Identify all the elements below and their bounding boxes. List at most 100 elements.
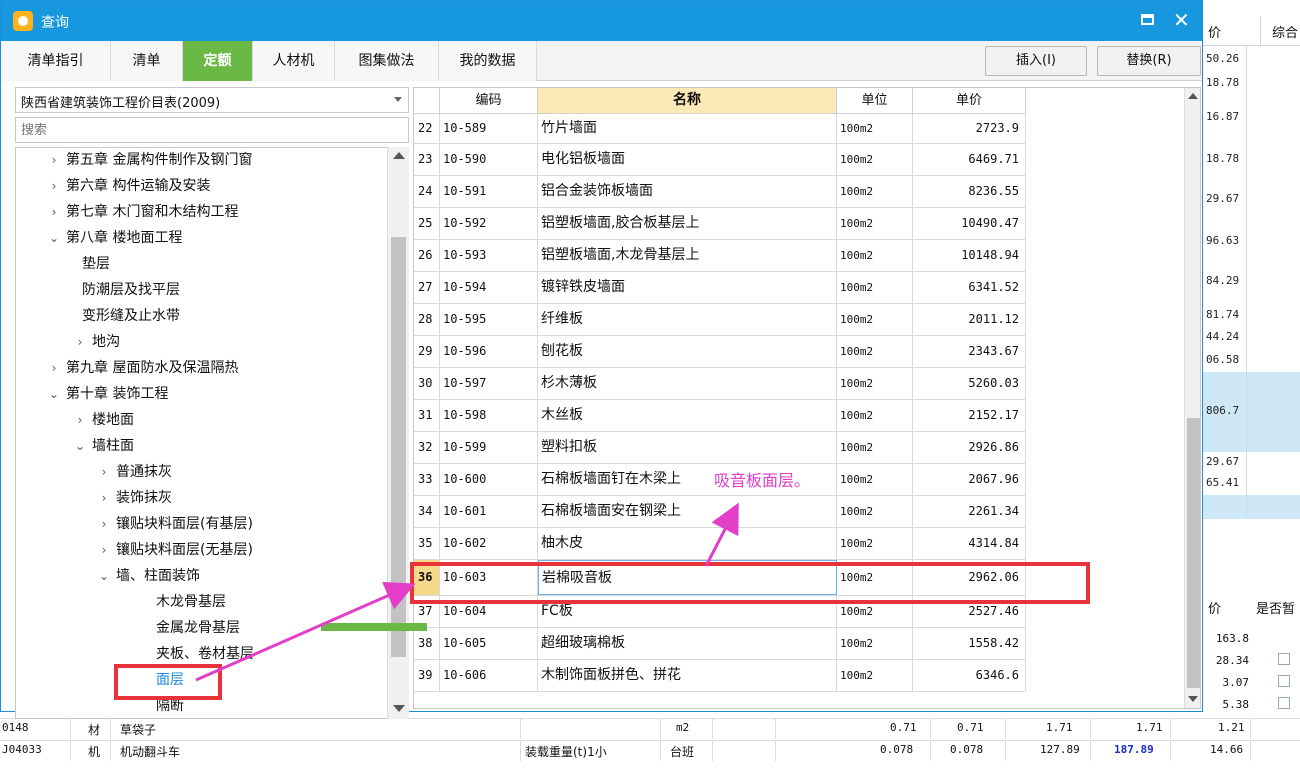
tree-item-label: 第十章 装饰工程: [66, 386, 169, 402]
chevron-down-icon[interactable]: ⌄: [46, 381, 62, 407]
table-row[interactable]: 26 10-593 铝塑板墙面,木龙骨基层上 100m2 10148.94: [414, 240, 1026, 272]
row-price: 8236.55: [913, 176, 1026, 207]
chevron-down-icon[interactable]: ⌄: [46, 225, 62, 251]
scroll-down-icon[interactable]: [393, 705, 405, 712]
maximize-icon[interactable]: [1141, 14, 1154, 25]
table-row[interactable]: 39 10-606 木制饰面板拼色、拼花 100m2 6346.6: [414, 660, 1026, 692]
tree-item[interactable]: › 第五章 金属构件制作及钢门窗: [46, 148, 253, 173]
row-index: 24: [414, 176, 440, 207]
tree-item[interactable]: › 镶贴块料面层(无基层): [96, 537, 253, 563]
scrollbar-thumb[interactable]: [1187, 418, 1200, 688]
tree-item[interactable]: ⌄ 第十章 装饰工程: [46, 381, 168, 407]
header-unit[interactable]: 单位: [837, 88, 913, 113]
bg-resource-row[interactable]: J04033 机 机动翻斗车 装载重量(t)1小 台班 0.078 0.078 …: [0, 740, 1300, 761]
tree-item[interactable]: › 第九章 屋面防水及保温隔热: [46, 355, 239, 381]
tab-list[interactable]: 清单: [111, 41, 183, 81]
tree-item-label: 镶贴块料面层(无基层): [116, 542, 253, 558]
tree-item[interactable]: 防潮层及找平层: [82, 277, 180, 303]
table-scrollbar[interactable]: [1184, 88, 1200, 708]
tab-labor-material-machine[interactable]: 人材机: [253, 41, 335, 81]
chevron-right-icon[interactable]: ›: [96, 537, 112, 563]
search-input[interactable]: [15, 117, 409, 143]
table-row[interactable]: 24 10-591 铝合金装饰板墙面 100m2 8236.55: [414, 176, 1026, 208]
splitter-handle[interactable]: [321, 623, 427, 631]
tree-item[interactable]: ⌄ 墙柱面: [72, 433, 134, 459]
header-name[interactable]: 名称: [538, 88, 837, 113]
catalog-select[interactable]: 陕西省建筑装饰工程价目表(2009): [15, 87, 409, 113]
provisional-checkbox[interactable]: [1278, 675, 1290, 687]
chevron-right-icon[interactable]: ›: [46, 173, 62, 199]
bg-value: 65.41: [1206, 476, 1240, 489]
table-row[interactable]: 28 10-595 纤维板 100m2 2011.12: [414, 304, 1026, 336]
chevron-right-icon[interactable]: ›: [96, 511, 112, 537]
bg-row-unit: m2: [676, 721, 690, 734]
table-row[interactable]: 22 10-589 竹片墙面 100m2 2723.9: [414, 114, 1026, 144]
bg-value: 806.7: [1206, 404, 1240, 417]
row-price: 2343.67: [913, 336, 1026, 367]
scroll-up-icon[interactable]: [1188, 93, 1198, 99]
tab-quota[interactable]: 定额: [183, 41, 253, 81]
chevron-down-icon[interactable]: ⌄: [72, 433, 88, 459]
chevron-right-icon[interactable]: ›: [72, 329, 88, 355]
tree-item[interactable]: › 地沟: [72, 329, 120, 355]
row-name: 铝合金装饰板墙面: [538, 176, 837, 207]
bg-lower-value: 3.07: [1222, 676, 1250, 689]
tree-item[interactable]: › 楼地面: [72, 407, 134, 433]
row-price: 1558.42: [913, 628, 1026, 659]
chevron-right-icon[interactable]: ›: [46, 148, 62, 173]
tree-item[interactable]: › 第七章 木门窗和木结构工程: [46, 199, 239, 225]
chevron-right-icon[interactable]: ›: [46, 355, 62, 381]
bg-resource-row[interactable]: 0148 材 草袋子 m2 0.71 0.71 1.71 1.71 1.21: [0, 718, 1300, 739]
tree-item[interactable]: ⌄ 第八章 楼地面工程: [46, 225, 182, 251]
tree-item[interactable]: › 第六章 构件运输及安装: [46, 173, 211, 199]
tree-item[interactable]: › 普通抹灰: [96, 459, 172, 485]
table-row[interactable]: 29 10-596 刨花板 100m2 2343.67: [414, 336, 1026, 368]
tab-list-guide[interactable]: 清单指引: [1, 41, 111, 81]
table-row[interactable]: 30 10-597 杉木薄板 100m2 5260.03: [414, 368, 1026, 400]
table-row[interactable]: 32 10-599 塑料扣板 100m2 2926.86: [414, 432, 1026, 464]
provisional-checkbox[interactable]: [1278, 653, 1290, 665]
scroll-down-icon[interactable]: [1188, 696, 1198, 702]
tab-my-data[interactable]: 我的数据: [439, 41, 537, 81]
provisional-checkbox[interactable]: [1278, 697, 1290, 709]
table-row[interactable]: 35 10-602 柚木皮 100m2 4314.84: [414, 528, 1026, 560]
table-row[interactable]: 34 10-601 石棉板墙面安在钢梁上 100m2 2261.34: [414, 496, 1026, 528]
tree-item-label: 第八章 楼地面工程: [66, 230, 183, 246]
chevron-right-icon[interactable]: ›: [46, 199, 62, 225]
chevron-right-icon[interactable]: ›: [96, 485, 112, 511]
tree-item-label: 墙柱面: [92, 438, 134, 454]
tab-atlas-method[interactable]: 图集做法: [335, 41, 439, 81]
row-name: 木制饰面板拼色、拼花: [538, 660, 837, 691]
table-row[interactable]: 27 10-594 镀锌铁皮墙面 100m2 6341.52: [414, 272, 1026, 304]
tree-item[interactable]: › 装饰抹灰: [96, 485, 172, 511]
tree-item[interactable]: 木龙骨基层: [156, 589, 226, 615]
bg-row-name: 草袋子: [120, 723, 157, 737]
header-price[interactable]: 单价: [913, 88, 1026, 113]
chevron-right-icon[interactable]: ›: [96, 459, 112, 485]
chevron-right-icon[interactable]: ›: [72, 407, 88, 433]
close-icon[interactable]: ✕: [1173, 8, 1190, 32]
replace-button[interactable]: 替换(R): [1097, 46, 1201, 76]
bg-row-v4: 187.89: [1114, 743, 1154, 756]
bg-row-spec: 装载重量(t)1小: [525, 745, 607, 759]
table-row[interactable]: 25 10-592 铝塑板墙面,胶合板基层上 100m2 10490.47: [414, 208, 1026, 240]
tree-item[interactable]: › 镶贴块料面层(有基层): [96, 511, 253, 537]
header-code[interactable]: 编码: [440, 88, 538, 113]
tree-item[interactable]: 垫层: [82, 251, 110, 277]
dialog-titlebar[interactable]: 查询 ✕: [1, 1, 1202, 41]
table-row[interactable]: 31 10-598 木丝板 100m2 2152.17: [414, 400, 1026, 432]
tree-item[interactable]: 变形缝及止水带: [82, 303, 180, 329]
table-row[interactable]: 38 10-605 超细玻璃棉板 100m2 1558.42: [414, 628, 1026, 660]
insert-button[interactable]: 插入(I): [985, 46, 1087, 76]
row-index: 26: [414, 240, 440, 271]
tree-item[interactable]: 金属龙骨基层: [156, 615, 240, 641]
scrollbar-thumb[interactable]: [391, 237, 406, 657]
bg-value: 96.63: [1206, 234, 1240, 247]
bg-row-v2: 0.078: [950, 743, 984, 756]
tree-scrollbar[interactable]: [387, 147, 409, 719]
chevron-down-icon[interactable]: ⌄: [96, 563, 112, 589]
row-index: 27: [414, 272, 440, 303]
table-row[interactable]: 23 10-590 电化铝板墙面 100m2 6469.71: [414, 144, 1026, 176]
tree-item[interactable]: ⌄ 墙、柱面装饰: [96, 563, 200, 589]
scroll-up-icon[interactable]: [393, 152, 405, 159]
